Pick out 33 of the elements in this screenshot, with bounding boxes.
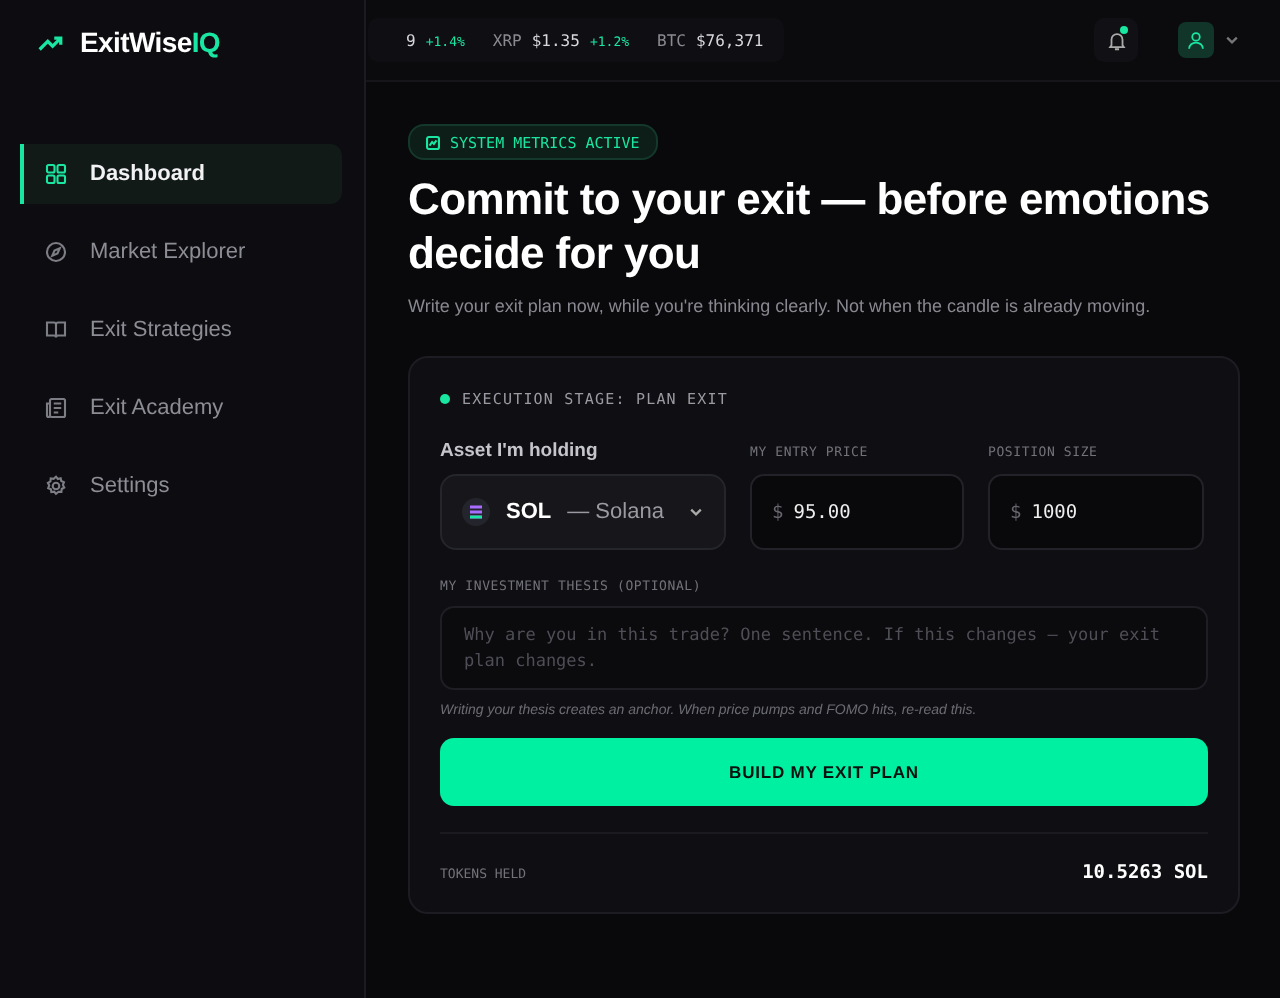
page-subtitle: Write your exit plan now, while you're thinking clearly. Not when the candle is already moving. (408, 296, 1151, 316)
sidebar-item[interactable]: Exit Academy (20, 378, 342, 438)
user-avatar[interactable] (1178, 22, 1214, 58)
compass-icon (44, 240, 68, 264)
ticker-symbol: BTC (657, 31, 686, 49)
chevron-down-icon (688, 504, 704, 520)
sidebar-item[interactable]: Settings (20, 456, 342, 516)
bell-icon (1105, 29, 1127, 51)
newspaper-icon (44, 396, 68, 420)
book-icon (44, 318, 68, 342)
build-plan-button[interactable]: BUILD MY EXIT PLAN (440, 738, 1208, 806)
tokens-value: 10.5263 SOL (1082, 862, 1208, 884)
ticker-price: $1.35 (531, 31, 580, 49)
input-field[interactable]: $ 1000 (988, 474, 1204, 550)
status-dot (440, 394, 450, 404)
sidebar-item[interactable]: Dashboard (20, 144, 342, 204)
ticker-price: 9 (406, 31, 416, 49)
field-label: Asset I'm holding (440, 440, 600, 464)
settings-icon (44, 474, 68, 498)
user-icon (1186, 30, 1206, 50)
page-title: Commit to your exit — before emotions decide for you (408, 172, 1212, 280)
chevron-down-icon[interactable] (1224, 32, 1240, 48)
asset-select[interactable]: SOL — Solana (440, 474, 726, 550)
notifications-button[interactable] (1094, 18, 1138, 62)
coin-icon (462, 498, 490, 526)
sidebar-item[interactable]: Market Explorer (20, 222, 342, 282)
brand-logo[interactable]: ExitWiseIQ (80, 26, 221, 58)
grid-icon (44, 162, 68, 186)
input-field[interactable]: $ 95.00 (750, 474, 964, 550)
ticker-price: $76,371 (695, 31, 764, 49)
ticker-symbol: XRP (492, 31, 522, 49)
sidebar-item[interactable]: Exit Strategies (20, 300, 342, 360)
chart-icon (426, 135, 440, 149)
